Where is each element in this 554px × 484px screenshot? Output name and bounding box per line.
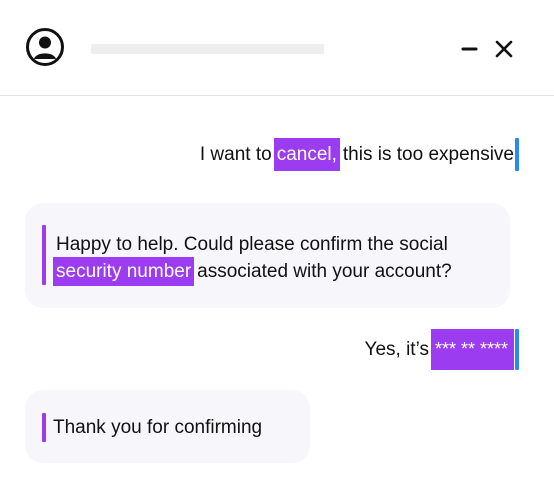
- message-text: associated with your account?: [197, 260, 452, 282]
- agent-message-accent-bar: [42, 225, 46, 285]
- title-placeholder: [91, 44, 324, 54]
- user-message: Yes, it’s *** ** ****: [364, 329, 519, 370]
- user-message-accent-bar: [515, 329, 519, 370]
- user-message-accent-bar: [515, 138, 519, 171]
- highlighted-phrase: security number: [53, 257, 195, 286]
- chat-window: I want to cancel, this is too expensive …: [0, 0, 554, 484]
- chat-header: [0, 0, 554, 96]
- minimize-icon[interactable]: [458, 36, 482, 60]
- close-icon[interactable]: [491, 36, 517, 62]
- message-text: Yes, it’s: [364, 338, 429, 360]
- message-line-2: security number associated with your acc…: [53, 257, 452, 286]
- message-text: Happy to help. Could please confirm the …: [56, 234, 448, 255]
- message-text: I want to: [199, 143, 272, 165]
- message-text: this is too expensive: [342, 143, 514, 165]
- user-message: I want to cancel, this is too expensive: [199, 138, 519, 171]
- message-text: Thank you for confirming: [53, 417, 263, 438]
- redacted-value: *** ** ****: [430, 329, 514, 370]
- agent-message-accent-bar: [42, 413, 46, 442]
- highlighted-phrase: cancel,: [273, 138, 340, 171]
- agent-message-bubble: Happy to help. Could please confirm the …: [25, 203, 510, 308]
- agent-message-bubble: Thank you for confirming: [25, 390, 310, 463]
- user-circle-icon[interactable]: [25, 27, 65, 67]
